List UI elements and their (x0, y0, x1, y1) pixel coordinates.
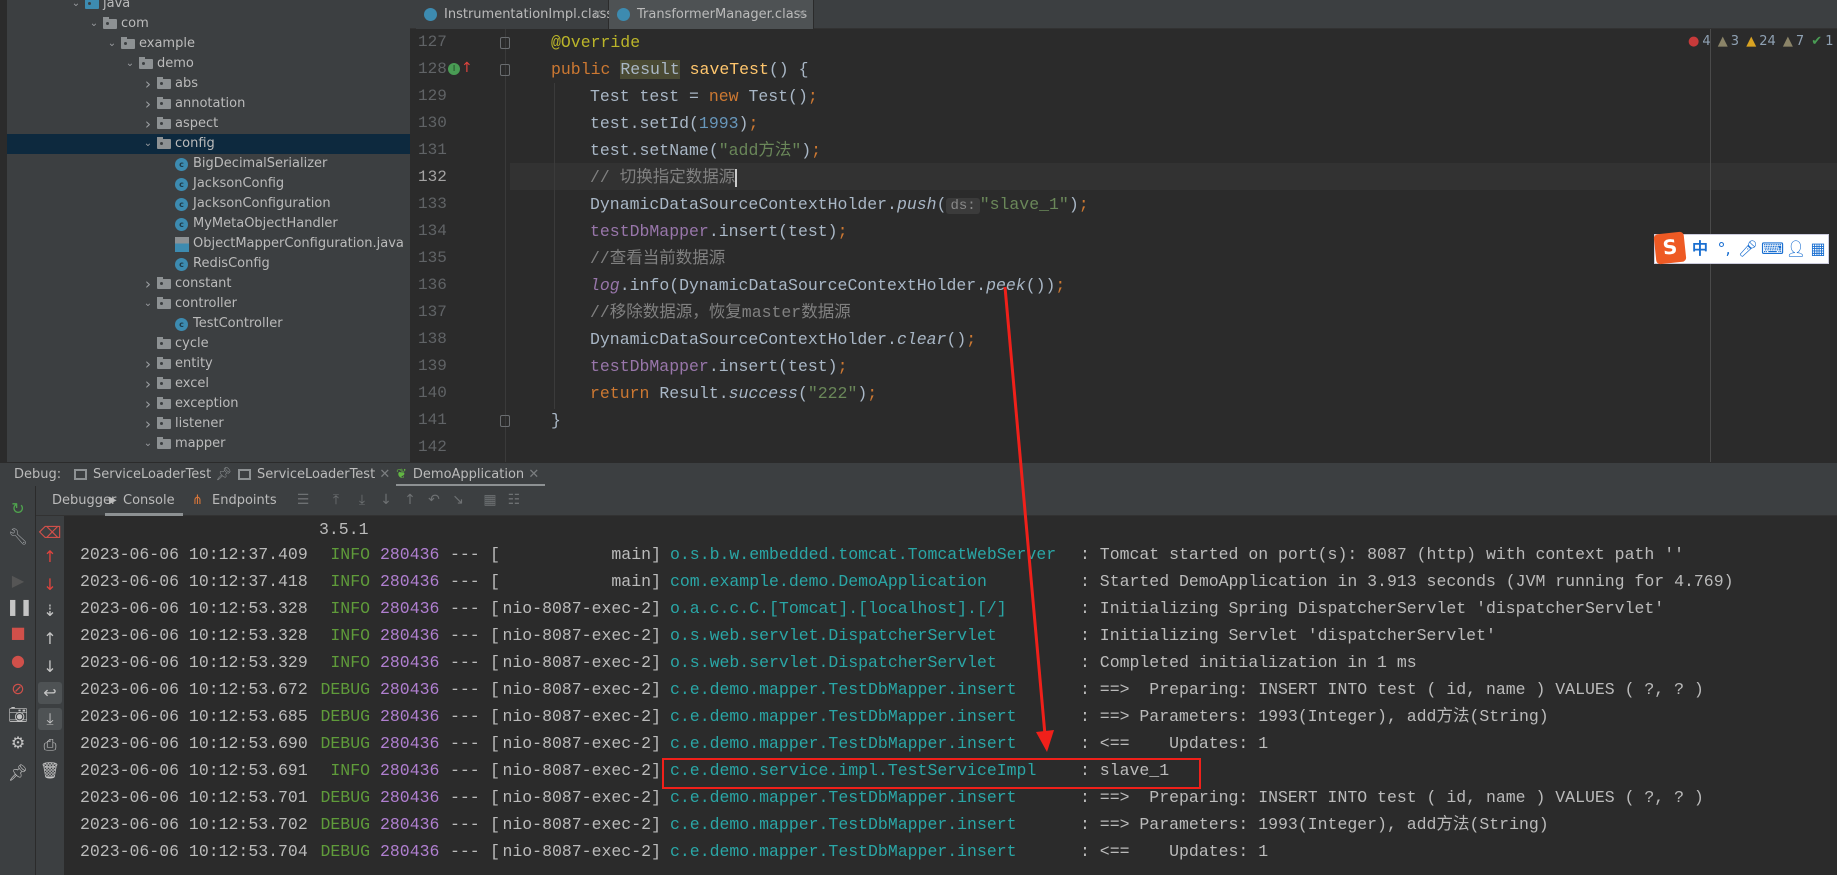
annotation-arrow-head (1036, 730, 1054, 752)
annotation-arrow-line (1003, 286, 1047, 736)
annotation-arrow-layer (1003, 286, 1054, 752)
